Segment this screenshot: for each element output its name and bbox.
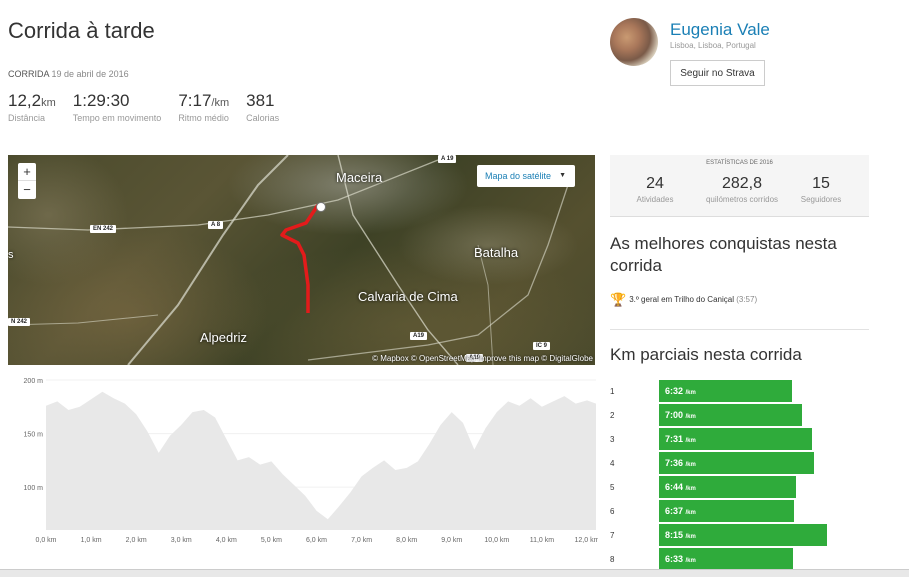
x-tick-label: 6,0 km: [306, 537, 327, 544]
split-pace: 7:31 /km: [665, 434, 696, 444]
year-stat-value: 15: [812, 175, 830, 192]
map-label-maceira: Maceira: [336, 170, 383, 185]
activity-type: CORRIDA: [8, 69, 50, 79]
zoom-in-button[interactable]: +: [18, 163, 36, 181]
y-tick-label: 150 m: [24, 432, 44, 439]
split-pace: 6:33 /km: [665, 554, 696, 564]
stat-value: 1:29:30: [72, 91, 130, 110]
year-stat-label: quilómetros corridos: [705, 195, 779, 204]
splits-title: Km parciais nesta corrida: [610, 345, 802, 364]
year-stats-panel: ESTATÍSTICAS DE 2016 24 Atividades 282,8…: [610, 155, 869, 217]
activity-meta: CORRIDA 19 de abril de 2016: [8, 69, 129, 79]
x-tick-label: 12,0 km: [575, 537, 598, 544]
x-tick-label: 1,0 km: [81, 537, 102, 544]
elevation-area: [46, 391, 596, 530]
stat-distance: 12,2km Distância: [8, 91, 56, 123]
x-tick-label: 7,0 km: [351, 537, 372, 544]
split-km: 6: [610, 507, 615, 516]
map-layer-dropdown[interactable]: Mapa do satélite ▼: [477, 165, 575, 187]
road-shield: EN 242: [90, 225, 117, 233]
y-tick-label: 100 m: [24, 485, 44, 492]
x-tick-label: 4,0 km: [216, 537, 237, 544]
athlete-location: Lisboa, Lisboa, Portugal: [670, 41, 756, 50]
map-label-batalha: Batalha: [474, 245, 519, 260]
stat-value: 7:17: [178, 91, 212, 110]
y-tick-label: 200 m: [24, 378, 44, 385]
stat-calories: 381 Calorias: [246, 91, 279, 123]
horizontal-scrollbar[interactable]: [0, 569, 909, 577]
stat-value: 381: [246, 91, 275, 110]
x-tick-label: 8,0 km: [396, 537, 417, 544]
achievement-time: (3:57): [736, 295, 758, 305]
follow-button[interactable]: Seguir no Strava: [670, 60, 765, 86]
activity-title: Corrida à tarde: [8, 18, 155, 43]
achievement-item[interactable]: 🏆 3.º geral em Trilho do Caniçal (3:57): [610, 292, 757, 308]
year-stat-value: 24: [646, 175, 664, 192]
split-pace: 8:15 /km: [665, 530, 696, 540]
year-stat-km: 282,8 quilómetros corridos: [692, 175, 792, 204]
road-shield: A 19: [438, 155, 457, 163]
elevation-y-axis: 200 m 150 m 100 m: [24, 378, 44, 492]
route-line: [280, 204, 320, 313]
stat-label: Distância: [8, 113, 46, 123]
split-pace: 7:00 /km: [665, 410, 696, 420]
x-tick-label: 9,0 km: [441, 537, 462, 544]
x-tick-label: 5,0 km: [261, 537, 282, 544]
stat-unit: km: [41, 97, 56, 109]
activity-date: 19 de abril de 2016: [51, 69, 129, 79]
split-km: 2: [610, 411, 615, 420]
route-map[interactable]: + − Mapa do satélite ▼ Maceira Batalha C…: [8, 155, 595, 365]
road-shield: N 242: [8, 318, 31, 326]
x-tick-label: 11,0 km: [530, 537, 555, 544]
road-shield: A 8: [208, 221, 224, 229]
elevation-x-axis: 0,0 km 1,0 km 2,0 km 3,0 km 4,0 km 5,0 km 6,0 …: [35, 537, 598, 544]
stat-pace: 7:17/km Ritmo médio: [178, 91, 229, 123]
year-stat-label: Seguidores: [800, 195, 842, 204]
map-label-calvaria: Calvaria de Cima: [358, 289, 458, 304]
map-edge-label: s: [8, 249, 14, 261]
map-attribution[interactable]: © Mapbox © OpenStreetMap Improve this ma…: [372, 354, 593, 363]
route-start-marker: [316, 202, 326, 212]
split-pace: 6:37 /km: [665, 506, 696, 516]
road-shield: IC 9: [533, 342, 551, 350]
trophy-icon: 🏆: [610, 292, 627, 307]
split-km: 5: [610, 483, 615, 492]
stat-moving-time: 1:29:30 Tempo em movimento: [73, 91, 162, 123]
year-stat-value: 282,8: [721, 175, 763, 192]
caret-down-icon: ▼: [559, 172, 566, 179]
athlete-name[interactable]: Eugenia Vale: [670, 20, 770, 40]
road-shield: A19: [410, 332, 428, 340]
achievements-title: As melhores conquistas nesta corrida: [610, 234, 837, 275]
map-label-alpedriz: Alpedriz: [200, 330, 247, 345]
divider: [610, 329, 869, 330]
x-tick-label: 2,0 km: [126, 537, 147, 544]
x-tick-label: 10,0 km: [484, 537, 509, 544]
zoom-out-button[interactable]: −: [18, 181, 36, 199]
stat-label: Ritmo médio: [178, 113, 229, 123]
avatar[interactable]: [610, 18, 658, 66]
split-pace: 6:44 /km: [665, 482, 696, 492]
split-km: 7: [610, 531, 615, 540]
achievement-text: 3.º geral em Trilho do Caniçal: [629, 295, 734, 305]
year-stats-header: ESTATÍSTICAS DE 2016: [706, 160, 773, 166]
stat-label: Calorias: [246, 113, 280, 123]
x-tick-label: 0,0 km: [35, 537, 56, 544]
year-stat-activities: 24 Atividades: [629, 175, 681, 204]
elevation-chart[interactable]: 200 m 150 m 100 m 0,0 km 1,0 km 2,0 km 3,0 km…: [8, 375, 598, 550]
stat-value: 12,2: [8, 91, 42, 110]
zoom-control: + −: [18, 163, 36, 199]
split-km: 4: [610, 459, 615, 468]
split-km: 1: [610, 387, 615, 396]
year-stat-followers: 15 Seguidores: [795, 175, 847, 204]
stat-label: Tempo em movimento: [72, 113, 162, 123]
stat-unit: /km: [211, 97, 230, 109]
split-km: 8: [610, 555, 615, 564]
split-pace: 7:36 /km: [665, 458, 696, 468]
year-stat-label: Atividades: [636, 195, 674, 204]
split-pace: 6:32 /km: [665, 386, 696, 396]
x-tick-label: 3,0 km: [171, 537, 192, 544]
activity-stats: 12,2km Distância 1:29:30 Tempo em movime…: [8, 91, 296, 123]
map-layer-label: Mapa do satélite: [485, 171, 552, 181]
split-km: 3: [610, 435, 615, 444]
